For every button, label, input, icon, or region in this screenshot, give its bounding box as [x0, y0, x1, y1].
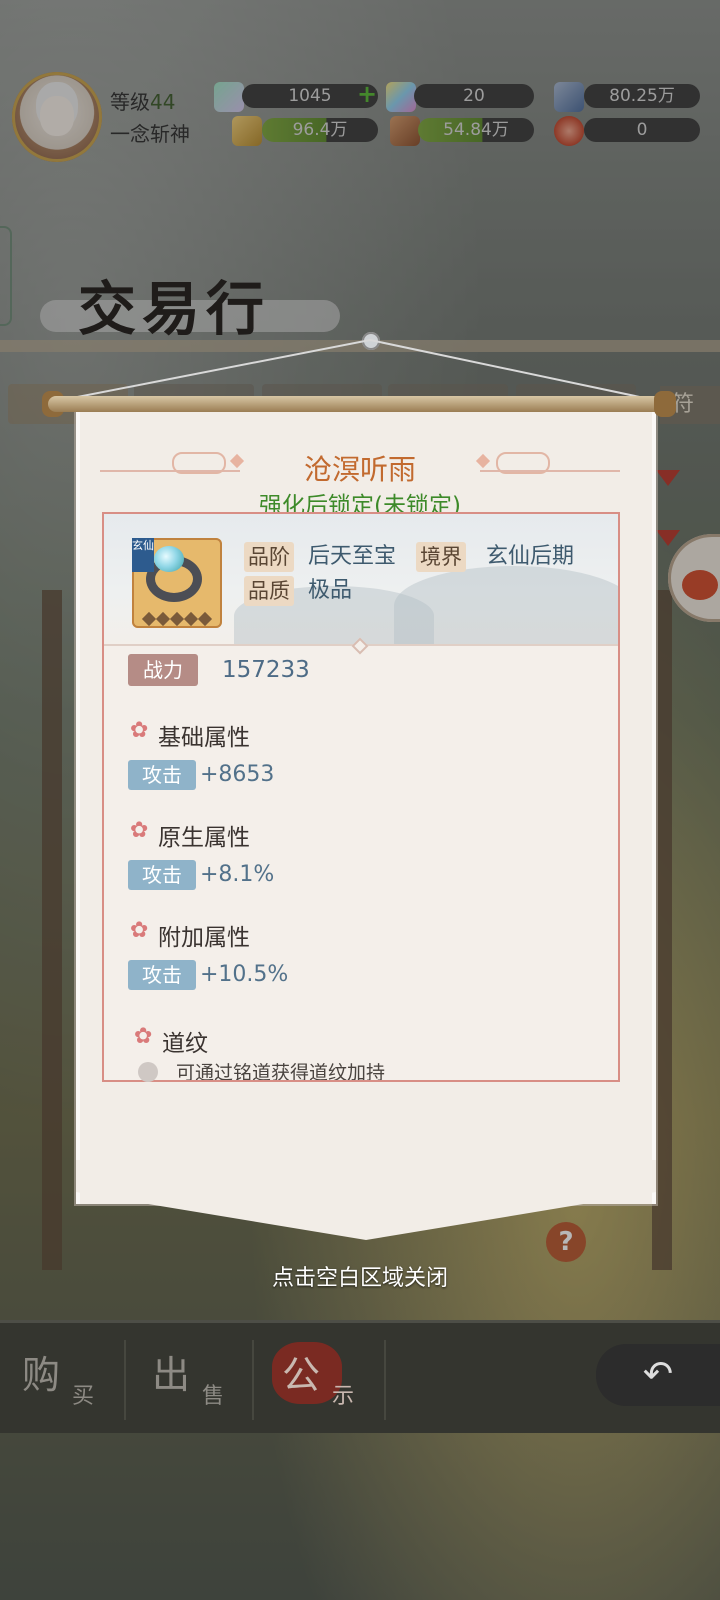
- nav-separator: [124, 1340, 126, 1420]
- scroll-hanging-cord: [61, 338, 655, 401]
- back-arrow-icon: ↶: [642, 1354, 674, 1395]
- quality-value: 极品: [308, 578, 353, 603]
- base-attributes-title: 基础属性: [158, 725, 250, 751]
- dao-pattern-hint: 可通过铭道获得道纹加持: [176, 1062, 386, 1080]
- star-icon: [155, 611, 171, 627]
- close-hint[interactable]: 点击空白区域关闭: [0, 1260, 720, 1292]
- grade-label: 品阶: [244, 542, 294, 572]
- power-label: 战力: [128, 654, 198, 686]
- gem-icon: [154, 546, 184, 572]
- quality-label: 品质: [244, 576, 294, 606]
- dao-pattern-title: 道纹: [162, 1031, 208, 1057]
- item-realm-tag: 玄仙: [132, 538, 154, 572]
- nav-separator: [252, 1340, 254, 1420]
- flower-bullet-icon: ✿: [130, 918, 149, 943]
- back-button[interactable]: ↶: [596, 1344, 720, 1406]
- grade-value: 后天至宝: [308, 544, 397, 569]
- buy-label-big: 购: [22, 1353, 61, 1397]
- sell-label-big: 出: [152, 1353, 191, 1397]
- buy-button[interactable]: 购 买: [22, 1344, 132, 1414]
- flower-bullet-icon: ✿: [134, 1024, 153, 1049]
- item-detail-panel: 玄仙 品阶 后天至宝 境界 玄仙后期 品质 极品: [102, 512, 620, 1082]
- star-icon: [141, 611, 157, 627]
- star-icon: [197, 611, 213, 627]
- star-icon: [169, 611, 185, 627]
- realm-value: 玄仙后期: [486, 544, 575, 569]
- flower-bullet-icon: ✿: [130, 718, 149, 743]
- item-header: 玄仙 品阶 后天至宝 境界 玄仙后期 品质 极品: [104, 514, 618, 646]
- buy-label-small: 买: [72, 1384, 95, 1409]
- item-icon-card[interactable]: 玄仙: [132, 538, 222, 628]
- extra-stat-name: 攻击: [128, 960, 196, 990]
- native-attributes-title: 原生属性: [158, 825, 250, 851]
- scroll-rod: [48, 396, 676, 412]
- base-stat-name: 攻击: [128, 760, 196, 790]
- notice-label-small: 示: [332, 1384, 355, 1409]
- mountain-decoration-2: [394, 566, 618, 646]
- power-value: 157233: [222, 657, 310, 683]
- item-star-rating: [136, 611, 218, 627]
- base-stat-value: +8653: [200, 762, 275, 787]
- item-name: 沧溟听雨: [303, 453, 416, 486]
- scroll-rod-cap-right: [654, 391, 676, 417]
- native-stat-name: 攻击: [128, 860, 196, 890]
- nav-separator: [384, 1340, 386, 1420]
- notice-button[interactable]: 公 示: [282, 1344, 392, 1414]
- flower-bullet-icon: ✿: [130, 818, 149, 843]
- extra-stat-value: +10.5%: [200, 962, 289, 987]
- extra-attributes-title: 附加属性: [158, 925, 250, 951]
- sell-button[interactable]: 出 售: [152, 1344, 262, 1414]
- dao-slot-icon: [138, 1062, 158, 1082]
- notice-label-big: 公: [282, 1353, 321, 1397]
- sell-label-small: 售: [202, 1384, 225, 1409]
- star-icon: [183, 611, 199, 627]
- native-stat-value: +8.1%: [200, 862, 275, 887]
- realm-label: 境界: [416, 542, 466, 572]
